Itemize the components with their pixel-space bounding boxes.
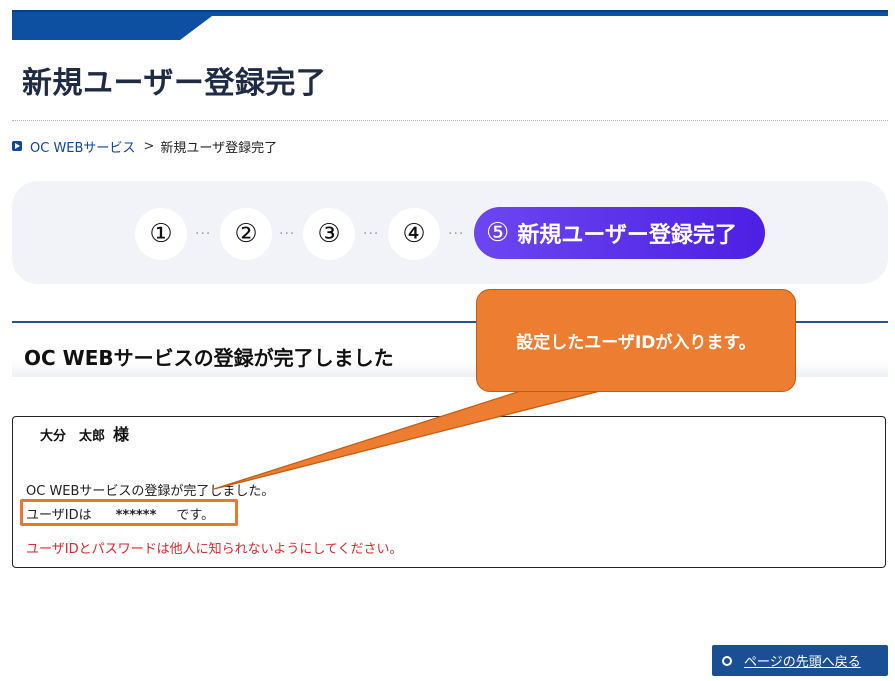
- step-separator: ···: [448, 226, 465, 242]
- header-band: [12, 10, 888, 40]
- annotation-callout: 設定したユーザIDが入ります。: [476, 289, 796, 392]
- step-separator: ···: [195, 226, 212, 242]
- title-divider: [12, 120, 888, 121]
- completion-text: OC WEBサービスの登録が完了しました。: [26, 484, 275, 499]
- breadcrumb: OC WEBサービス > 新規ユーザ登録完了: [12, 136, 277, 156]
- step-2: ②: [220, 208, 272, 260]
- step-3: ③: [303, 208, 355, 260]
- page-title: 新規ユーザー登録完了: [22, 66, 327, 101]
- step-1: ①: [135, 208, 187, 260]
- breadcrumb-separator: >: [143, 138, 155, 154]
- back-to-top-button[interactable]: ページの先頭へ戻る: [712, 645, 888, 676]
- userid-highlight-frame: [20, 499, 238, 526]
- callout-text: 設定したユーザIDが入ります。: [516, 333, 756, 353]
- section-title: OC WEBサービスの登録が完了しました: [24, 346, 394, 370]
- step-separator: ···: [279, 226, 296, 242]
- recipient-name: 大分 太郎様: [40, 421, 129, 445]
- breadcrumb-home-link[interactable]: OC WEBサービス: [30, 137, 135, 156]
- recipient-name-text: 大分 太郎: [40, 429, 106, 444]
- step-4: ④: [388, 208, 440, 260]
- step-5-label: 新規ユーザー登録完了: [517, 223, 737, 248]
- security-warning: ユーザIDとパスワードは他人に知られないようにしてください。: [26, 542, 403, 557]
- step-indicator: ① ··· ② ··· ③ ··· ④ ··· ⑤ 新規ユーザー登録完了: [12, 181, 888, 284]
- step-separator: ···: [363, 226, 380, 242]
- circle-icon: [722, 655, 732, 666]
- step-5-active: ⑤ 新規ユーザー登録完了: [474, 207, 765, 259]
- back-to-top-label: ページの先頭へ戻る: [744, 655, 861, 670]
- breadcrumb-arrow-icon: [12, 141, 22, 151]
- breadcrumb-current: 新規ユーザ登録完了: [160, 140, 278, 156]
- recipient-honorific: 様: [113, 425, 130, 444]
- step-5-number: ⑤: [486, 218, 510, 248]
